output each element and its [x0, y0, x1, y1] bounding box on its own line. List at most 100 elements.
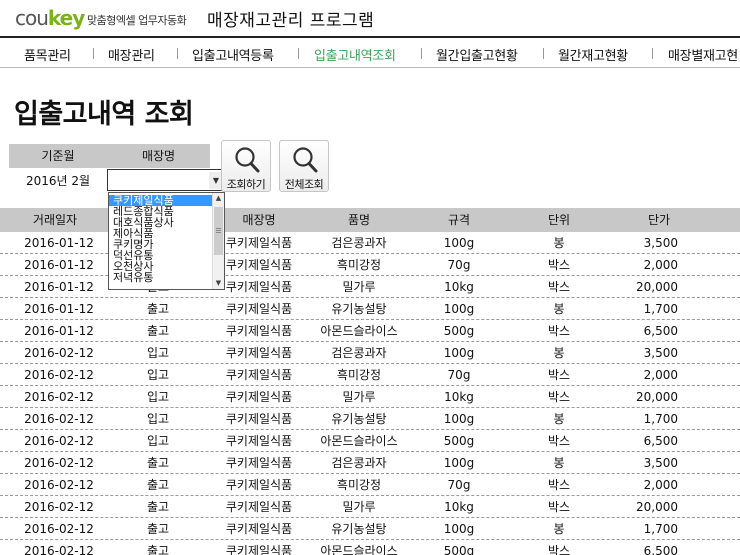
coukey-logo: coukey: [15, 6, 85, 30]
cell-item: 아몬드슬라이스: [320, 544, 398, 555]
cell-item: 밀가루: [342, 500, 376, 514]
store-dropdown-list[interactable]: 쿠키제일식품 레드종합식품 대호식품상사 제아식품 쿠키명가 덕선유통 오천상사…: [108, 192, 225, 290]
cell-date: 2016-02-12: [24, 368, 94, 382]
cell-store: 쿠키제일식품: [225, 500, 293, 514]
cell-store: 쿠키제일식품: [225, 522, 293, 536]
scrollbar-thumb[interactable]: [214, 207, 223, 255]
scroll-up-icon[interactable]: ▲: [213, 193, 224, 204]
cell-spec: 70g: [447, 478, 471, 492]
table-row: 2016-02-12 입고 쿠키제일식품 밀가루 10kg 박스 20,000: [0, 386, 740, 408]
cell-item: 유기농설탕: [331, 412, 387, 426]
search-button[interactable]: 조회하기: [221, 140, 271, 192]
cell-store: 쿠키제일식품: [225, 544, 293, 555]
nav-separator: [543, 48, 544, 59]
cell-store: 쿠키제일식품: [225, 368, 293, 382]
nav-separator: [421, 48, 422, 59]
cell-store: 쿠키제일식품: [225, 456, 293, 470]
cell-date: 2016-02-12: [24, 500, 94, 514]
cell-store: 쿠키제일식품: [225, 346, 293, 360]
scroll-down-icon[interactable]: ▼: [213, 278, 224, 289]
nav-item-items[interactable]: 품목관리: [24, 45, 71, 64]
nav-item-store-stock[interactable]: 매장별재고현: [668, 45, 738, 64]
col-header-item: 품명: [347, 213, 371, 227]
cell-type: 출고: [146, 324, 170, 338]
grip-line: [216, 232, 221, 233]
cell-item: 검은콩과자: [331, 456, 387, 470]
store-select[interactable]: [107, 169, 225, 191]
nav-separator: [93, 48, 94, 59]
cell-price: 3,500: [643, 346, 678, 360]
col-header-unit: 단위: [547, 213, 571, 227]
cell-price: 1,700: [643, 302, 678, 316]
search-all-button[interactable]: 전체조회: [279, 140, 329, 192]
cell-store: 쿠키제일식품: [225, 302, 293, 316]
nav-item-monthly-stock[interactable]: 월간재고현황: [558, 45, 628, 64]
cell-price: 2,000: [643, 478, 678, 492]
cell-type: 입고: [146, 346, 170, 360]
cell-item: 밀가루: [342, 280, 376, 294]
cell-type: 입고: [146, 434, 170, 448]
cell-price: 20,000: [636, 280, 678, 294]
table-row: 2016-01-12 출고 쿠키제일식품 아몬드슬라이스 500g 박스 6,500: [0, 320, 740, 342]
cell-spec: 100g: [443, 236, 475, 250]
dropdown-scrollbar[interactable]: ▲ ▼: [212, 193, 224, 289]
nav-item-io-register[interactable]: 입출고내역등록: [192, 45, 274, 64]
cell-price: 6,500: [643, 324, 678, 338]
cell-type: 출고: [146, 544, 170, 555]
cell-type: 출고: [146, 302, 170, 316]
cell-store: 쿠키제일식품: [225, 390, 293, 404]
cell-date: 2016-02-12: [24, 544, 94, 555]
cell-price: 6,500: [643, 544, 678, 555]
cell-date: 2016-02-12: [24, 390, 94, 404]
cell-item: 유기농설탕: [331, 302, 387, 316]
cell-date: 2016-01-12: [24, 280, 94, 294]
cell-item: 검은콩과자: [331, 236, 387, 250]
col-header-price: 단가: [647, 213, 671, 227]
cell-price: 1,700: [643, 522, 678, 536]
cell-store: 쿠키제일식품: [225, 324, 293, 338]
cell-date: 2016-02-12: [24, 346, 94, 360]
table-row: 2016-02-12 출고 쿠키제일식품 아몬드슬라이스 500g 박스 6,500: [0, 540, 740, 555]
cell-date: 2016-01-12: [24, 324, 94, 338]
cell-item: 밀가루: [342, 390, 376, 404]
cell-price: 2,000: [643, 258, 678, 272]
logo-text-b: key: [47, 6, 85, 30]
cell-spec: 100g: [443, 522, 475, 536]
search-button-label: 조회하기: [226, 178, 266, 191]
nav-separator: [298, 48, 299, 59]
cell-item: 아몬드슬라이스: [320, 434, 398, 448]
cell-spec: 100g: [443, 302, 475, 316]
dropdown-option[interactable]: 저녁유통: [113, 272, 153, 283]
search-all-button-label: 전체조회: [284, 178, 324, 191]
nav-item-monthly-io[interactable]: 월간입출고현황: [436, 45, 518, 64]
cell-type: 입고: [146, 368, 170, 382]
app-header: coukey 맞춤형엑셀 업무자동화 매장재고관리 프로그램: [0, 0, 740, 36]
table-row: 2016-02-12 입고 쿠키제일식품 검은콩과자 100g 봉 3,500: [0, 342, 740, 364]
cell-type: 출고: [146, 478, 170, 492]
cell-date: 2016-02-12: [24, 478, 94, 492]
cell-spec: 70g: [447, 258, 471, 272]
cell-spec: 10kg: [444, 500, 474, 514]
cell-store: 쿠키제일식품: [225, 478, 293, 492]
month-value[interactable]: 2016년 2월: [26, 172, 90, 190]
cell-price: 20,000: [636, 390, 678, 404]
cell-item: 아몬드슬라이스: [320, 324, 398, 338]
logo-text-a: cou: [15, 6, 49, 30]
table-row: 2016-02-12 출고 쿠키제일식품 유기농설탕 100g 봉 1,700: [0, 518, 740, 540]
store-header: 매장명: [107, 144, 210, 168]
col-header-date: 거래일자: [32, 213, 78, 227]
table-row: 2016-02-12 출고 쿠키제일식품 밀가루 10kg 박스 20,000: [0, 496, 740, 518]
cell-date: 2016-02-12: [24, 456, 94, 470]
page-title: 입출고내역 조회: [14, 99, 194, 130]
nav-item-io-search[interactable]: 입출고내역조회: [314, 45, 396, 64]
cell-date: 2016-02-12: [24, 434, 94, 448]
cell-item: 흑미강정: [336, 368, 382, 382]
logo-tagline: 맞춤형엑셀 업무자동화: [87, 14, 187, 27]
cell-price: 1,700: [643, 412, 678, 426]
nav-separator: [652, 48, 653, 59]
cell-spec: 100g: [443, 346, 475, 360]
cell-spec: 70g: [447, 368, 471, 382]
cell-spec: 500g: [443, 544, 475, 555]
cell-date: 2016-01-12: [24, 236, 94, 250]
nav-item-stores[interactable]: 매장관리: [108, 45, 155, 64]
